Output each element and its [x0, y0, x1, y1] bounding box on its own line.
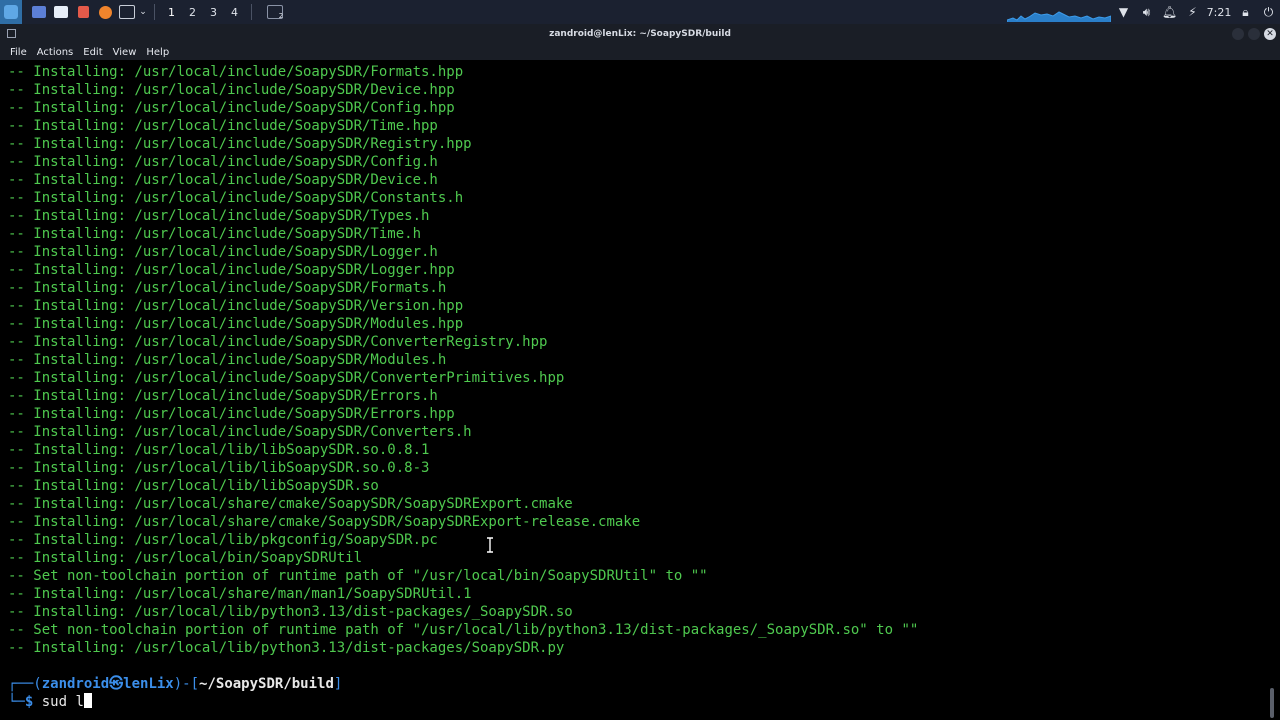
launcher-dropdown[interactable]: ⌄ — [138, 0, 148, 24]
close-button[interactable]: ✕ — [1264, 28, 1276, 40]
prompt-close: ] — [333, 676, 343, 692]
terminal-line: -- Installing: /usr/local/lib/pkgconfig/… — [8, 532, 438, 548]
prompt-mid: )-[ — [173, 676, 200, 692]
terminal-line: -- Installing: /usr/local/lib/libSoapySD… — [8, 478, 379, 494]
workspace-3[interactable]: 3 — [203, 0, 224, 24]
volume-icon[interactable]: 🔊︎ — [1135, 0, 1158, 24]
mouse-ibeam-cursor-icon — [487, 537, 493, 553]
terminal-line: -- Installing: /usr/local/include/SoapyS… — [8, 352, 447, 368]
prompt-line: ┌──(zandroid㉿lenLix)-[~/SoapySDR/build] — [8, 675, 342, 693]
command-input[interactable]: sud l — [42, 694, 84, 710]
text-cursor — [83, 693, 92, 708]
terminal-line: -- Installing: /usr/local/lib/python3.13… — [8, 640, 565, 656]
menu-file[interactable]: File — [6, 47, 31, 58]
terminal-line: -- Installing: /usr/local/include/SoapyS… — [8, 82, 455, 98]
terminal-line: -- Set non-toolchain portion of runtime … — [8, 622, 919, 638]
task-count-badge: 2 — [278, 12, 284, 20]
terminal-line: -- Installing: /usr/local/include/SoapyS… — [8, 424, 472, 440]
terminal-line: -- Installing: /usr/local/include/SoapyS… — [8, 280, 447, 296]
terminal-area[interactable]: -- Installing: /usr/local/include/SoapyS… — [0, 60, 1280, 720]
terminal-line: -- Installing: /usr/local/include/SoapyS… — [8, 64, 464, 80]
terminal-line: -- Installing: /usr/local/lib/libSoapySD… — [8, 460, 430, 476]
clock[interactable]: 7:21 — [1204, 6, 1234, 19]
terminal-line: -- Installing: /usr/local/bin/SoapySDRUt… — [8, 550, 363, 566]
menu-edit[interactable]: Edit — [79, 47, 106, 58]
window-title: zandroid@lenLix: ~/SoapySDR/build — [549, 29, 731, 39]
chevron-down-icon: ⌄ — [139, 7, 147, 17]
logout-icon[interactable]: ⏻ — [1257, 0, 1280, 24]
panel-separator — [154, 4, 155, 20]
workspace-1[interactable]: 1 — [161, 0, 182, 24]
workspace-4[interactable]: 4 — [224, 0, 245, 24]
menu-help[interactable]: Help — [142, 47, 173, 58]
terminal-line: -- Installing: /usr/local/include/SoapyS… — [8, 208, 430, 224]
firefox-button[interactable] — [94, 0, 116, 24]
lock-screen-icon[interactable]: 🔒︎ — [1234, 0, 1257, 24]
menu-bar: File Actions Edit View Help — [0, 44, 1280, 60]
prompt-corner-top: ┌──( — [8, 676, 42, 692]
terminal-line: -- Installing: /usr/local/include/SoapyS… — [8, 226, 422, 242]
top-panel: ⌄ 1 2 3 4 2 ▼ 🔊︎ 🔔︎ ⚡︎ 7:21 🔒︎ ⏻ — [0, 0, 1280, 24]
text-editor-button[interactable] — [72, 0, 94, 24]
terminal-line: -- Installing: /usr/local/include/SoapyS… — [8, 388, 438, 404]
power-icon[interactable]: ⚡︎ — [1181, 0, 1204, 24]
terminal-line: -- Installing: /usr/local/share/cmake/So… — [8, 514, 641, 530]
minimize-button[interactable] — [1232, 28, 1244, 40]
terminal-line: -- Installing: /usr/local/include/SoapyS… — [8, 406, 455, 422]
terminal-line: -- Installing: /usr/local/include/SoapyS… — [8, 244, 438, 260]
notifications-icon[interactable]: 🔔︎ — [1158, 0, 1181, 24]
app-menu-launcher[interactable] — [0, 0, 22, 24]
maximize-button[interactable] — [1248, 28, 1260, 40]
terminal-line: -- Installing: /usr/local/lib/python3.13… — [8, 604, 573, 620]
system-tray: ▼ 🔊︎ 🔔︎ ⚡︎ 7:21 🔒︎ ⏻ — [1112, 0, 1280, 24]
terminal-line: -- Installing: /usr/local/include/SoapyS… — [8, 316, 464, 332]
window-titlebar[interactable]: zandroid@lenLix: ~/SoapySDR/build ✕ — [0, 24, 1280, 44]
network-icon[interactable]: ▼ — [1112, 0, 1135, 24]
terminal-line: -- Installing: /usr/local/share/cmake/So… — [8, 496, 573, 512]
firefox-icon — [98, 5, 112, 19]
prompt-host: lenLix — [123, 676, 174, 692]
prompt-user: zandroid — [41, 676, 110, 692]
menu-view[interactable]: View — [109, 47, 141, 58]
kali-menu-icon — [4, 5, 18, 19]
panel-separator — [251, 4, 252, 20]
terminal-line: -- Installing: /usr/local/include/SoapyS… — [8, 118, 438, 134]
prompt-path: ~/SoapySDR/build — [199, 676, 334, 692]
terminal-line: -- Installing: /usr/local/include/SoapyS… — [8, 334, 548, 350]
prompt-dollar: $ — [24, 694, 34, 710]
menu-actions[interactable]: Actions — [33, 47, 78, 58]
close-icon: ✕ — [1266, 29, 1274, 39]
terminal-line: -- Installing: /usr/local/include/SoapyS… — [8, 262, 455, 278]
terminal-line: -- Installing: /usr/local/lib/libSoapySD… — [8, 442, 430, 458]
prompt-at: ㉿ — [109, 676, 124, 692]
file-manager-button[interactable] — [50, 0, 72, 24]
editor-icon — [77, 6, 89, 18]
terminal-line: -- Installing: /usr/local/include/SoapyS… — [8, 100, 455, 116]
window-menu-icon[interactable] — [7, 29, 16, 38]
terminal-line: -- Installing: /usr/local/include/SoapyS… — [8, 190, 464, 206]
workspace-2[interactable]: 2 — [182, 0, 203, 24]
prompt-corner-bottom: └─ — [8, 694, 25, 710]
terminal-scrollbar[interactable] — [1270, 688, 1274, 718]
terminal-launcher-button[interactable] — [116, 0, 138, 24]
folder-icon — [54, 6, 68, 18]
cpu-graph — [1007, 4, 1111, 22]
taskbar-terminal-window[interactable]: 2 — [264, 0, 286, 24]
command-line[interactable]: └─$ sud l — [8, 693, 92, 711]
terminal-line: -- Installing: /usr/local/include/SoapyS… — [8, 370, 565, 386]
terminal-output: -- Installing: /usr/local/include/SoapyS… — [8, 63, 918, 657]
terminal-line: -- Installing: /usr/local/include/SoapyS… — [8, 298, 464, 314]
terminal-line: -- Installing: /usr/local/share/man/man1… — [8, 586, 472, 602]
desktop-icon — [32, 6, 46, 18]
terminal-icon — [119, 5, 135, 19]
terminal-line: -- Installing: /usr/local/include/SoapyS… — [8, 136, 472, 152]
show-desktop-button[interactable] — [28, 0, 50, 24]
terminal-line: -- Installing: /usr/local/include/SoapyS… — [8, 172, 438, 188]
terminal-line: -- Set non-toolchain portion of runtime … — [8, 568, 708, 584]
terminal-line: -- Installing: /usr/local/include/SoapyS… — [8, 154, 438, 170]
